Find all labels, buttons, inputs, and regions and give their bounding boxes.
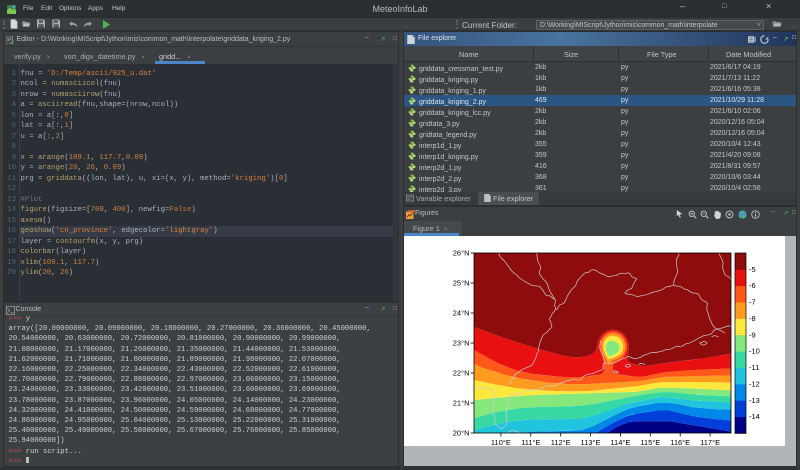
- svg-text:116°E: 116°E: [670, 438, 690, 447]
- svg-text:-6: -6: [749, 281, 756, 290]
- svg-text:20°N: 20°N: [453, 429, 470, 438]
- svg-text:114°E: 114°E: [610, 438, 630, 447]
- svg-text:-12: -12: [749, 379, 760, 388]
- svg-text:110°E: 110°E: [491, 438, 511, 447]
- svg-text:25°N: 25°N: [453, 279, 470, 288]
- svg-text:-10: -10: [749, 347, 760, 356]
- svg-text:-9: -9: [749, 330, 756, 339]
- svg-text:117°E: 117°E: [700, 438, 720, 447]
- svg-text:21°N: 21°N: [453, 399, 470, 408]
- svg-text:-8: -8: [749, 314, 756, 323]
- svg-text:115°E: 115°E: [640, 438, 660, 447]
- svg-text:-11: -11: [749, 363, 759, 372]
- svg-text:111°E: 111°E: [521, 438, 540, 447]
- svg-text:113°E: 113°E: [581, 438, 601, 447]
- svg-text:-7: -7: [749, 298, 756, 307]
- svg-text:23°N: 23°N: [453, 339, 470, 348]
- svg-text:112°E: 112°E: [551, 438, 571, 447]
- svg-text:-14: -14: [749, 412, 760, 421]
- svg-text:-13: -13: [749, 396, 760, 405]
- svg-text:-5: -5: [749, 265, 756, 274]
- svg-text:26°N: 26°N: [453, 249, 470, 258]
- svg-text:22°N: 22°N: [453, 369, 470, 378]
- svg-text:24°N: 24°N: [453, 309, 470, 318]
